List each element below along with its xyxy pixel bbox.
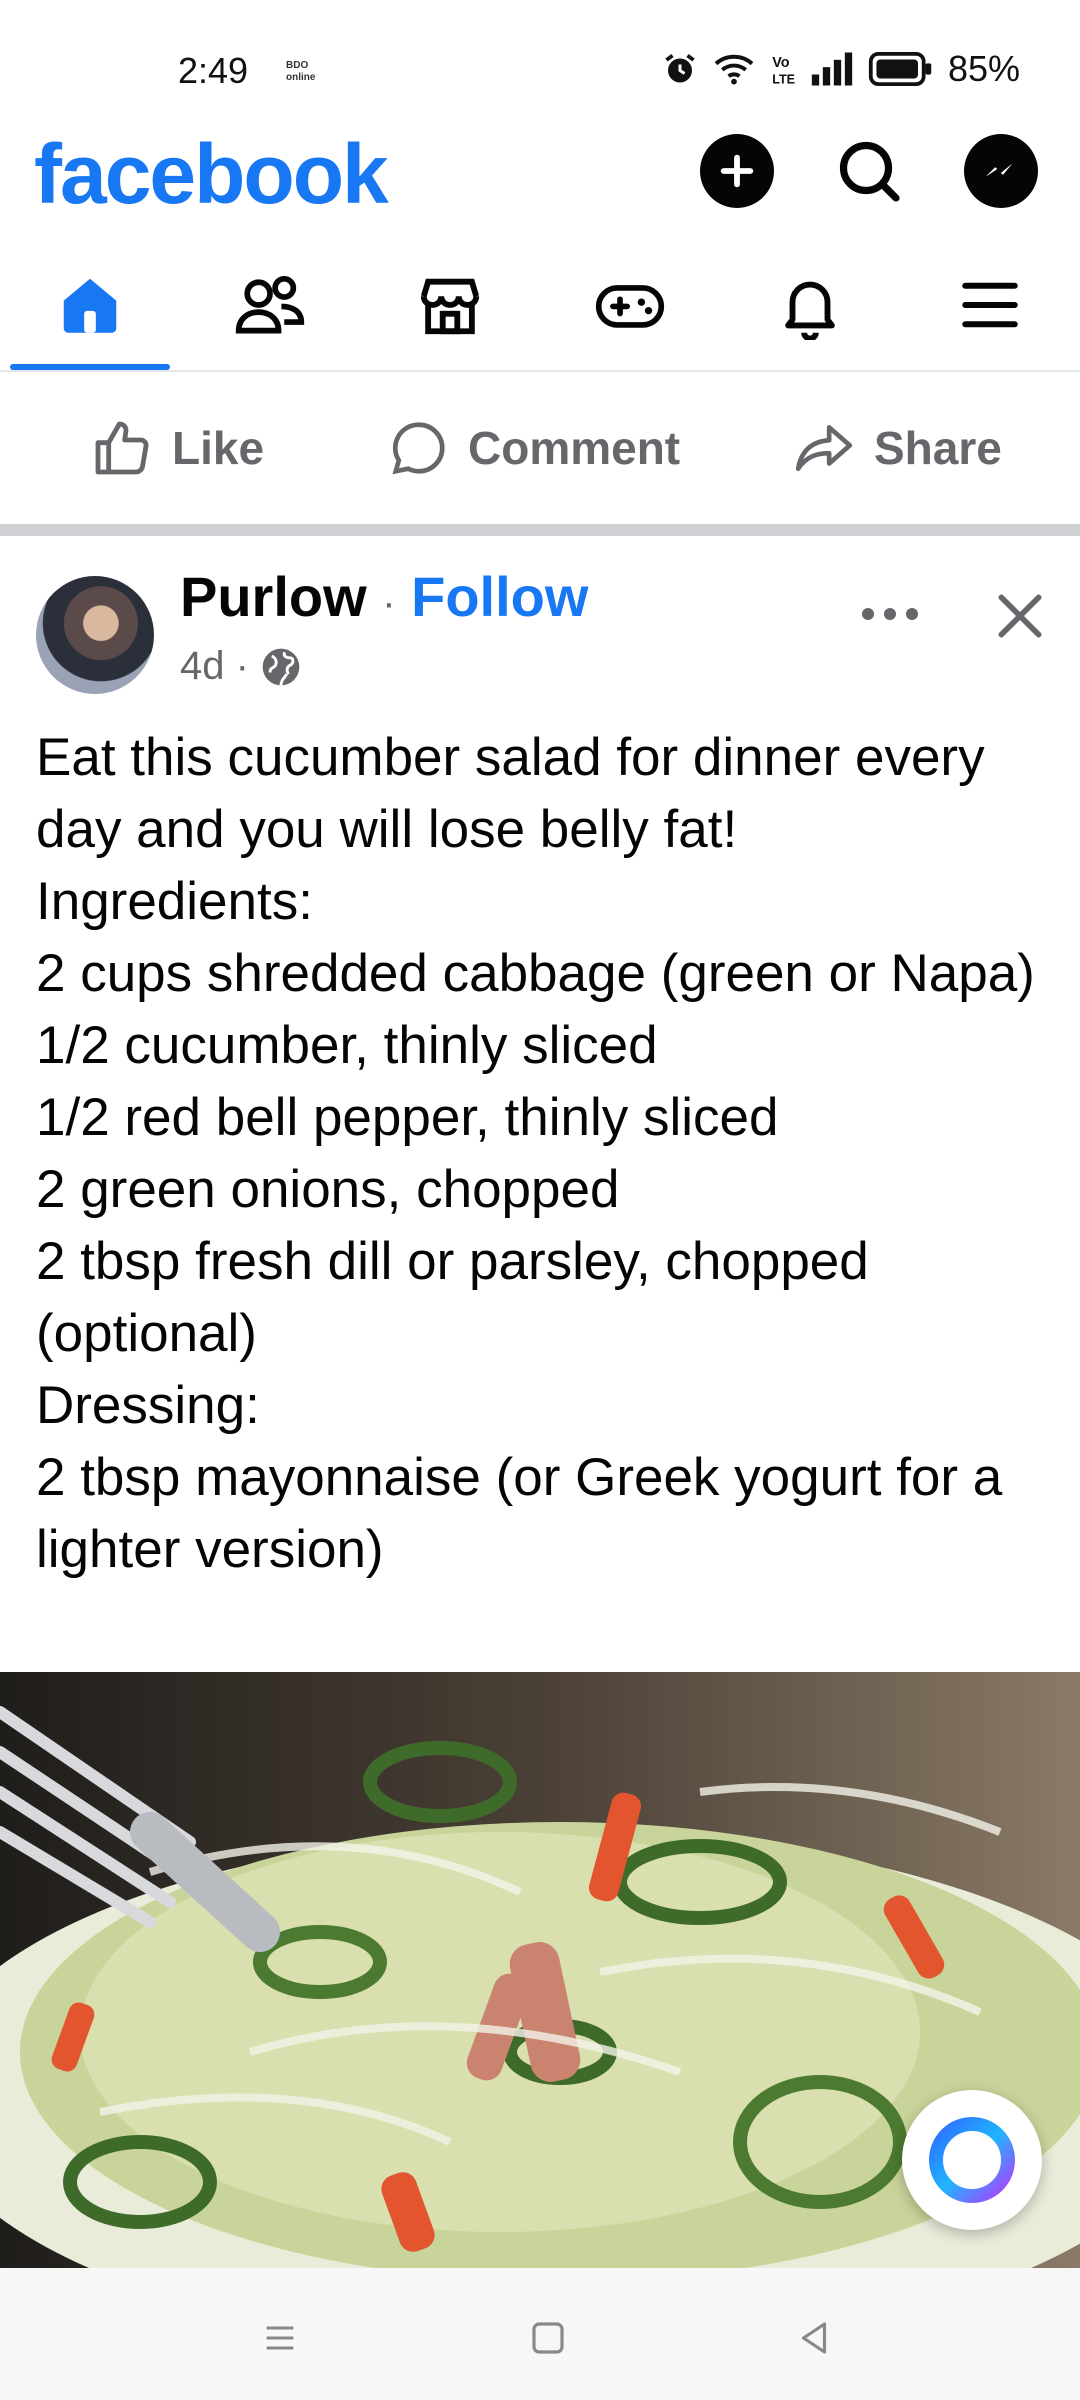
signal-icon (811, 52, 853, 86)
like-button[interactable]: Like (90, 372, 264, 524)
share-button[interactable]: Share (792, 372, 1002, 524)
post-action-bar: Like Comment Share (0, 372, 1080, 536)
author-name[interactable]: Purlow (180, 565, 367, 628)
hamburger-icon (962, 282, 1018, 328)
recents-icon (266, 2326, 294, 2350)
alarm-icon (665, 54, 695, 83)
post-header: Purlow · Follow 4d · (0, 536, 1080, 716)
share-label: Share (874, 422, 1002, 474)
app-header: facebook (0, 120, 1080, 235)
tab-home[interactable] (0, 240, 180, 370)
search-button[interactable] (832, 134, 906, 208)
home-icon (63, 278, 117, 333)
friends-icon (235, 275, 305, 334)
carrier-badge: BDO online (286, 60, 316, 83)
follow-button[interactable]: Follow (411, 565, 588, 628)
comment-label: Comment (468, 422, 681, 474)
like-label: Like (172, 422, 265, 474)
status-icons: Vo LTE 85% (662, 48, 1020, 90)
status-bar: 2:49 BDO online Vo LTE 85% (0, 0, 1080, 130)
system-nav-bar (0, 2268, 1080, 2400)
author-avatar[interactable] (36, 576, 154, 694)
home-button[interactable] (508, 2298, 588, 2378)
share-icon (795, 425, 853, 471)
svg-text:Vo: Vo (772, 55, 790, 71)
volte-icon: VoLTE (772, 55, 795, 86)
svg-text:LTE: LTE (772, 72, 795, 86)
close-icon (998, 594, 1042, 638)
author-line: Purlow · Follow (180, 564, 588, 629)
tab-notifications[interactable] (720, 240, 900, 370)
plus-icon (720, 154, 754, 188)
battery-icon (868, 52, 932, 86)
create-button[interactable] (700, 134, 774, 208)
bell-icon (785, 281, 835, 340)
tab-marketplace[interactable] (360, 240, 540, 370)
tab-gaming[interactable] (540, 240, 720, 370)
recents-button[interactable] (240, 2298, 320, 2378)
tab-menu[interactable] (900, 240, 1080, 370)
tab-bar (0, 240, 1080, 372)
gaming-icon (595, 285, 665, 328)
hide-post-button[interactable] (980, 576, 1060, 656)
meta-ai-button[interactable] (902, 2090, 1042, 2230)
thumbs-up-icon (95, 421, 149, 475)
separator: · (382, 581, 396, 625)
search-icon (839, 141, 900, 202)
post-text: Eat this cucumber salad for dinner every… (36, 728, 1035, 1579)
back-button[interactable] (774, 2298, 854, 2378)
post-meta: 4d · (180, 644, 303, 689)
battery-percent: 85% (947, 48, 1020, 89)
marketplace-icon (420, 278, 480, 335)
active-tab-indicator (10, 364, 170, 370)
wifi-icon (714, 54, 754, 85)
messenger-icon (985, 163, 1013, 177)
more-icon (862, 608, 918, 620)
globe-icon (262, 648, 300, 685)
more-options-button[interactable] (850, 584, 930, 644)
tab-friends[interactable] (180, 240, 360, 370)
home-button-icon (532, 2322, 564, 2354)
back-icon (801, 2322, 827, 2354)
facebook-logo[interactable]: facebook (34, 126, 389, 223)
status-time: 2:49 (178, 50, 249, 91)
meta-ai-icon (929, 2117, 1015, 2203)
comment-icon (392, 422, 445, 475)
messenger-button[interactable] (964, 134, 1038, 208)
comment-button[interactable]: Comment (388, 372, 680, 524)
post-time[interactable]: 4d · (180, 644, 249, 689)
